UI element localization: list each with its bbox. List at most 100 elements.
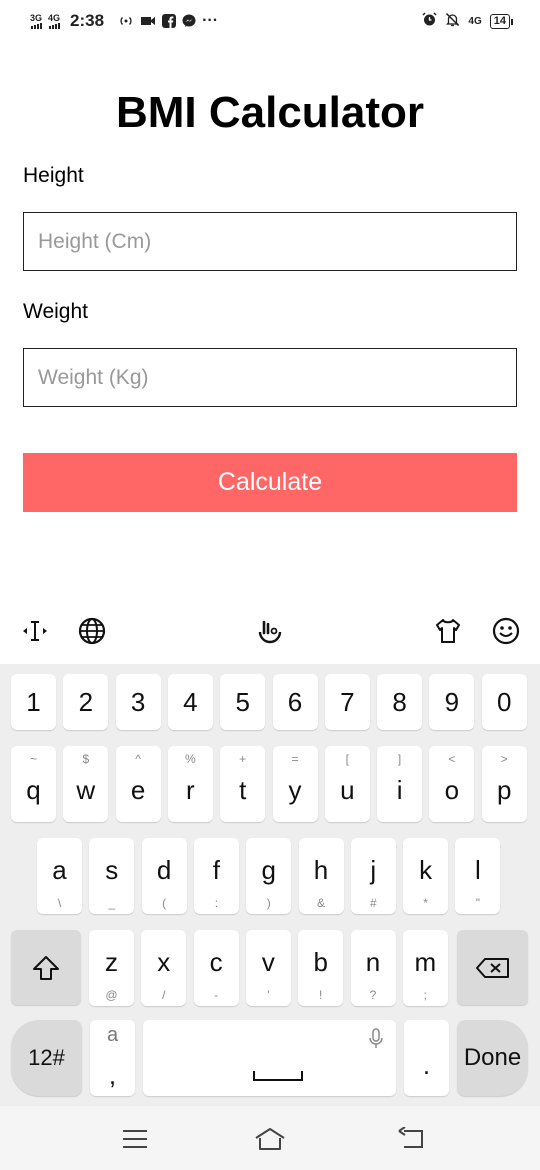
symbols-key[interactable]: 12#: [11, 1020, 82, 1096]
key-r[interactable]: % r: [167, 746, 213, 822]
shift-icon: [33, 955, 59, 980]
battery-level: 14: [493, 14, 506, 27]
height-label: Height: [23, 164, 84, 187]
key-3[interactable]: 3: [115, 674, 161, 730]
space-key[interactable]: [143, 1020, 396, 1096]
key-s[interactable]: _ s: [89, 838, 135, 914]
key-hint: (: [162, 896, 167, 910]
key-2[interactable]: 2: [63, 674, 109, 730]
key-label: c: [209, 946, 223, 977]
key-x[interactable]: / x: [141, 930, 187, 1006]
cursor-icon[interactable]: [18, 614, 52, 648]
messenger-icon: [182, 14, 196, 28]
key-label: h: [313, 854, 329, 885]
key-label: 1: [26, 686, 41, 717]
key-m[interactable]: ; m: [402, 930, 448, 1006]
key-c[interactable]: -c: [193, 930, 239, 1006]
key-hint: ~: [29, 752, 37, 766]
comma-key[interactable]: a ,: [90, 1020, 135, 1096]
period-key-label: .: [422, 1049, 431, 1080]
weight-field[interactable]: [23, 348, 517, 407]
key-label: s: [105, 854, 119, 885]
keyboard-toolbar: [0, 598, 540, 664]
key-hint: ": [475, 896, 481, 910]
comma-key-hint: a: [106, 1024, 119, 1046]
key-t[interactable]: + t: [220, 746, 266, 822]
key-hint: $: [82, 752, 90, 766]
key-hint: ?: [369, 988, 377, 1002]
key-d[interactable]: (d: [141, 838, 187, 914]
space-icon: [253, 1071, 303, 1081]
key-q[interactable]: ~ q: [11, 746, 56, 822]
keyboard: 12# a , . Done 1 2 3 4 5 6 7 8 9 0 ~ q $ w ^ e% r + t = y[u]…: [0, 664, 540, 1106]
key-label: y: [288, 774, 302, 805]
key-k[interactable]: * k: [403, 838, 449, 914]
globe-icon[interactable]: [75, 614, 109, 648]
key-l[interactable]: " l: [455, 838, 501, 914]
key-z[interactable]: @ z: [89, 930, 134, 1006]
calculate-button[interactable]: Calculate: [23, 453, 517, 512]
touchpal-icon[interactable]: [253, 614, 287, 648]
recents-icon[interactable]: [118, 1122, 152, 1156]
key-label: o: [444, 774, 460, 805]
key-e[interactable]: ^ e: [115, 746, 161, 822]
key-label: 3: [130, 686, 146, 717]
key-i[interactable]: ] i: [377, 746, 423, 822]
key-b[interactable]: ! b: [298, 930, 344, 1006]
alarm-icon: [422, 12, 437, 30]
key-5[interactable]: 5: [220, 674, 266, 730]
key-label: 5: [235, 686, 250, 717]
key-1[interactable]: 1: [11, 674, 56, 730]
back-icon[interactable]: [394, 1122, 428, 1156]
key-label: 4: [183, 686, 198, 717]
key-hint: ': [267, 988, 270, 1002]
key-7[interactable]: 7: [324, 674, 370, 730]
key-0[interactable]: 0: [481, 674, 527, 730]
key-label: m: [414, 946, 437, 977]
shift-key[interactable]: [11, 930, 81, 1005]
key-j[interactable]: # j: [350, 838, 396, 914]
key-label: u: [340, 774, 355, 805]
key-y[interactable]: = y: [272, 746, 318, 822]
theme-shirt-icon[interactable]: [431, 614, 465, 648]
key-8[interactable]: 8: [377, 674, 423, 730]
key-n[interactable]: ? n: [350, 930, 396, 1006]
key-g[interactable]: ) g: [246, 838, 292, 914]
key-hint: #: [369, 896, 377, 910]
key-h[interactable]: & h: [298, 838, 344, 914]
key-p[interactable]: > p: [481, 746, 527, 822]
weight-input[interactable]: [38, 365, 516, 390]
key-a[interactable]: \ a: [37, 838, 82, 914]
key-u[interactable]: [u: [324, 746, 370, 822]
network-type-1: 3G: [30, 12, 43, 23]
key-w[interactable]: $ w: [63, 746, 109, 822]
key-6[interactable]: 6: [272, 674, 318, 730]
key-hint: %: [185, 752, 196, 766]
key-label: g: [261, 854, 276, 885]
microphone-icon: [369, 1028, 383, 1048]
key-label: x: [157, 946, 171, 977]
done-key[interactable]: Done: [457, 1020, 528, 1096]
home-icon[interactable]: [253, 1122, 287, 1156]
height-input[interactable]: [38, 229, 516, 254]
key-label: e: [130, 774, 146, 805]
key-hint: !: [319, 988, 323, 1002]
emoji-icon[interactable]: [489, 614, 523, 648]
key-4[interactable]: 4: [167, 674, 213, 730]
network-type-2: 4G: [48, 12, 61, 23]
period-key[interactable]: .: [404, 1020, 449, 1096]
key-hint: ^: [135, 752, 141, 766]
key-9[interactable]: 9: [429, 674, 475, 730]
key-label: a: [52, 854, 67, 885]
backspace-key[interactable]: [457, 930, 528, 1005]
status-bar: 3G 4G 2:38 ··· 4G 14: [0, 0, 540, 42]
key-v[interactable]: ' v: [245, 930, 291, 1006]
key-label: k: [419, 854, 433, 885]
key-f[interactable]: :f: [193, 838, 239, 914]
status-time: 2:38: [70, 11, 105, 30]
key-label: b: [313, 946, 328, 977]
height-field[interactable]: [23, 212, 517, 271]
key-o[interactable]: < o: [429, 746, 475, 822]
page-title: BMI Calculator: [115, 88, 425, 137]
key-hint: +: [239, 752, 247, 766]
